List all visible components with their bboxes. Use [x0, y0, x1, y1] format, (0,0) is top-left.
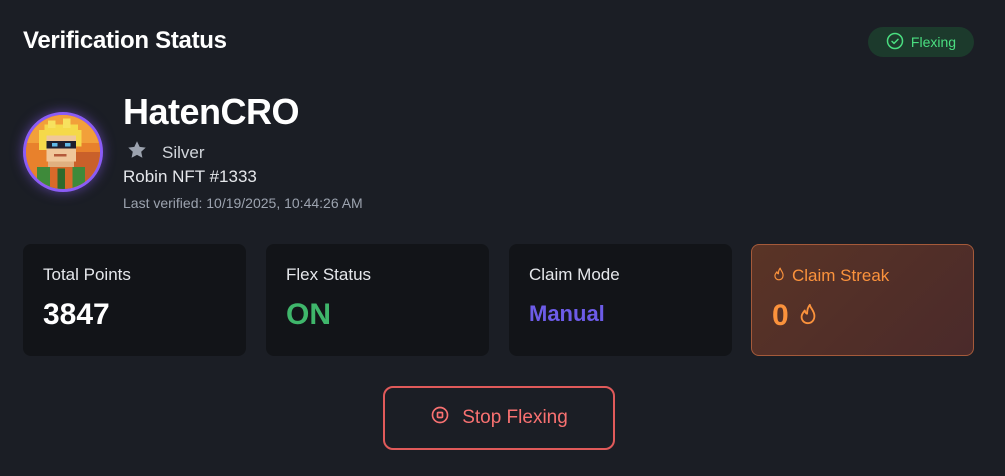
avatar [23, 112, 103, 192]
stat-value: 0 [772, 299, 789, 332]
stop-flexing-button[interactable]: Stop Flexing [383, 386, 615, 450]
star-icon [126, 139, 148, 166]
stat-card-flex-status: Flex Status ON [266, 244, 489, 356]
nft-name: Robin NFT #1333 [123, 167, 257, 186]
status-badge: Flexing [868, 27, 974, 57]
panel-title: Verification Status [23, 27, 227, 54]
stat-card-claim-mode: Claim Mode Manual [509, 244, 732, 356]
verification-status-panel: Verification Status Flexing HatenCRO Sil… [0, 0, 1005, 476]
stat-value: ON [286, 298, 331, 331]
username: HatenCRO [123, 91, 300, 132]
status-badge-label: Flexing [910, 34, 957, 50]
flame-icon [772, 266, 786, 286]
check-circle-icon [886, 32, 904, 53]
stop-flexing-label: Stop Flexing [462, 407, 568, 428]
stat-value: 3847 [43, 298, 110, 331]
tier-label: Silver [162, 142, 205, 162]
stat-label: Flex Status [286, 265, 372, 284]
stat-label: Total Points [43, 265, 131, 284]
stat-card-total-points: Total Points 3847 [23, 244, 246, 356]
stat-card-claim-streak: Claim Streak 0 [751, 244, 974, 356]
stat-label: Claim Mode [529, 265, 620, 284]
stop-circle-icon [430, 405, 450, 431]
stat-label: Claim Streak [792, 266, 890, 285]
stat-value: Manual [529, 301, 605, 326]
stat-label-row: Claim Streak [772, 266, 953, 286]
flame-icon [797, 299, 819, 333]
tier-row: Silver [126, 139, 205, 166]
stat-value-row: 0 [772, 299, 953, 333]
last-verified: Last verified: 10/19/2025, 10:44:26 AM [123, 195, 363, 211]
